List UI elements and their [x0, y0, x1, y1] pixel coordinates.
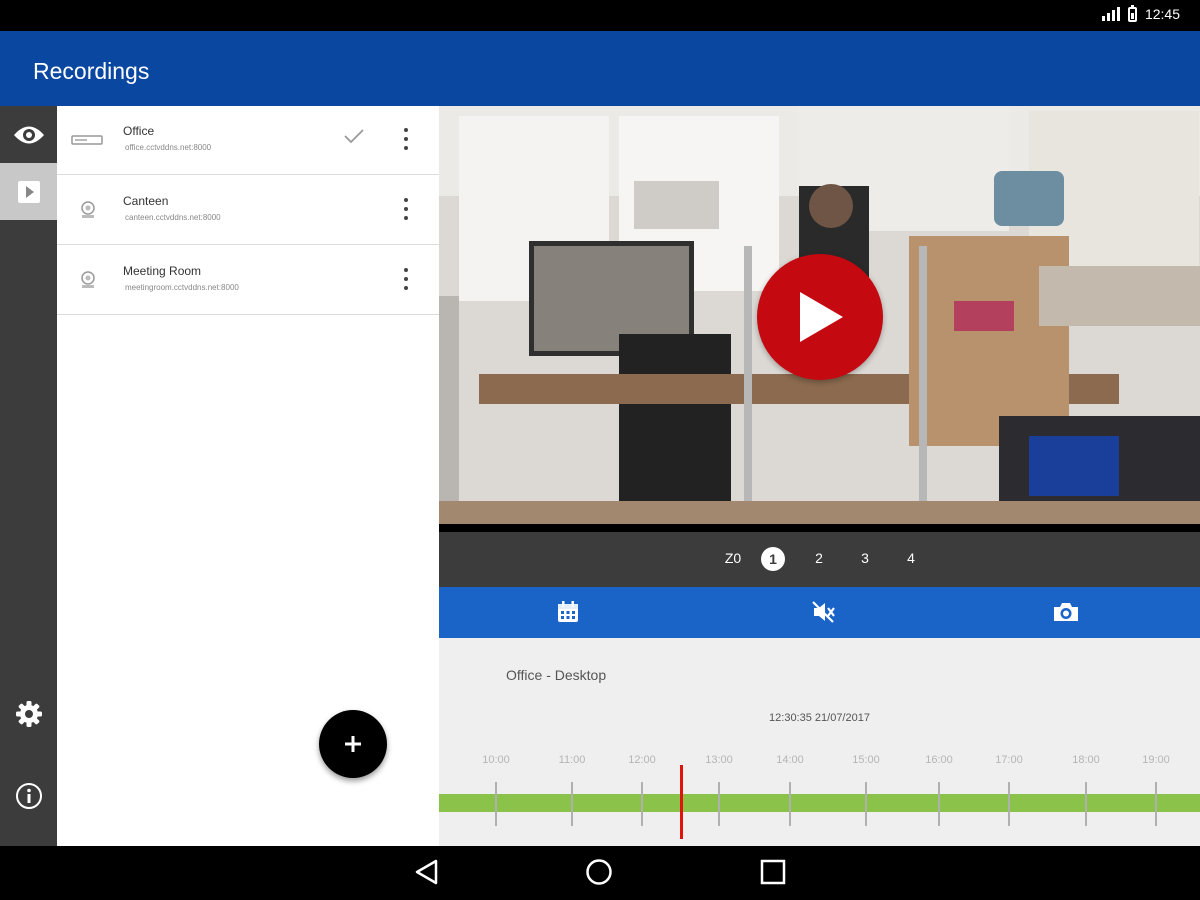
more-options-icon[interactable]	[401, 128, 411, 150]
hour-label: 11:00	[558, 754, 586, 766]
list-item[interactable]: Canteen canteen.cctvddns.net:8000	[57, 176, 439, 245]
play-button[interactable]	[757, 254, 883, 380]
playhead-cursor[interactable]	[680, 765, 683, 839]
hour-tick	[571, 782, 573, 826]
settings-button[interactable]	[0, 694, 57, 734]
hour-tick	[495, 782, 497, 826]
camera-icon	[81, 201, 95, 218]
hour-tick	[789, 782, 791, 826]
status-bar: 12:45	[0, 0, 1200, 31]
more-options-icon[interactable]	[401, 198, 411, 220]
back-icon[interactable]	[414, 858, 440, 886]
info-button[interactable]	[0, 776, 57, 816]
dvr-icon	[71, 135, 103, 145]
hour-tick	[865, 782, 867, 826]
hour-tick	[938, 782, 940, 826]
video-preview[interactable]	[439, 106, 1200, 524]
stream-2[interactable]: 2	[807, 550, 831, 566]
system-nav-bar	[0, 846, 1200, 900]
hour-label: 18:00	[1072, 754, 1100, 766]
plus-icon	[345, 736, 361, 752]
hour-label: 15:00	[852, 754, 880, 766]
hour-label: 16:00	[925, 754, 953, 766]
stream-z0[interactable]: Z0	[721, 550, 745, 566]
device-address: canteen.cctvddns.net:8000	[125, 213, 221, 222]
app-bar: Recordings	[0, 31, 1200, 106]
device-address: office.cctvddns.net:8000	[125, 143, 212, 152]
live-view-button[interactable]	[0, 106, 57, 163]
nav-rail	[0, 106, 57, 846]
hour-tick	[1155, 782, 1157, 826]
status-time: 12:45	[1144, 6, 1180, 22]
camera-icon	[81, 271, 95, 288]
list-item[interactable]: Office office.cctvddns.net:8000	[57, 106, 439, 175]
play-box-icon	[17, 180, 40, 203]
hour-label: 19:00	[1142, 754, 1170, 766]
hour-label: 14:00	[776, 754, 804, 766]
device-list: Office office.cctvddns.net:8000 Canteen …	[57, 106, 439, 846]
hour-label: 13:00	[705, 754, 733, 766]
page-title: Recordings	[33, 58, 150, 84]
recordings-button[interactable]	[0, 163, 57, 220]
timeline-camera-label: Office - Desktop	[506, 667, 607, 683]
signal-icon	[1101, 7, 1120, 21]
stream-3[interactable]: 3	[853, 550, 877, 566]
device-name: Canteen	[123, 194, 169, 208]
hour-tick	[718, 782, 720, 826]
playback-toolbar	[439, 587, 1200, 638]
camera-snapshot-icon[interactable]	[1052, 600, 1080, 624]
eye-icon	[13, 126, 44, 143]
hour-label: 17:00	[995, 754, 1023, 766]
stream-4[interactable]: 4	[899, 550, 923, 566]
add-device-button[interactable]	[319, 710, 387, 778]
home-icon[interactable]	[585, 858, 613, 886]
device-name: Office	[123, 124, 155, 138]
hour-tick	[1008, 782, 1010, 826]
hour-tick	[1085, 782, 1087, 826]
more-options-icon[interactable]	[401, 268, 411, 290]
gear-icon	[15, 701, 42, 727]
stream-1[interactable]: 1	[761, 547, 785, 571]
battery-icon	[1127, 4, 1137, 22]
device-address: meetingroom.cctvddns.net:8000	[125, 283, 239, 292]
hour-label: 10:00	[482, 754, 510, 766]
mute-icon[interactable]	[811, 600, 837, 624]
stream-selector: Z0 1 2 3 4	[439, 532, 1200, 587]
recents-icon[interactable]	[760, 858, 786, 886]
hour-label: 12:00	[628, 754, 656, 766]
info-icon	[15, 783, 42, 809]
timeline-current-time: 12:30:35 21/07/2017	[769, 712, 870, 724]
check-icon	[344, 129, 364, 144]
recording-timeline[interactable]: Office - Desktop 12:30:35 21/07/2017 10:…	[439, 638, 1200, 846]
calendar-icon[interactable]	[556, 600, 580, 624]
play-icon	[800, 292, 843, 342]
device-name: Meeting Room	[123, 264, 202, 278]
hour-tick	[641, 782, 643, 826]
list-item[interactable]: Meeting Room meetingroom.cctvddns.net:80…	[57, 246, 439, 315]
